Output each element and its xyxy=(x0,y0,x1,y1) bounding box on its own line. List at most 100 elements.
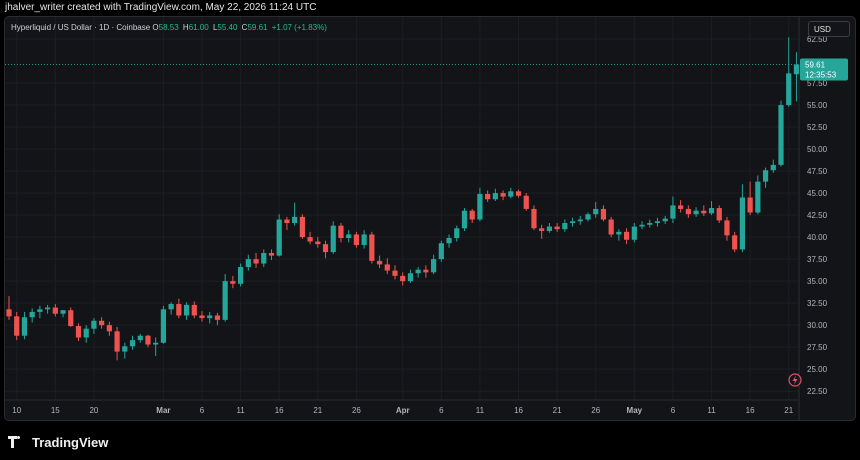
candle-body xyxy=(400,275,406,282)
candle-body xyxy=(83,328,89,338)
candle xyxy=(245,254,251,271)
candle xyxy=(562,219,568,232)
candle-body xyxy=(137,335,143,341)
candle-body xyxy=(191,304,197,316)
candle-body xyxy=(724,220,730,236)
candle xyxy=(315,237,321,248)
y-tick-label: 32.50 xyxy=(807,299,828,308)
x-tick-label: 15 xyxy=(51,406,60,415)
candle xyxy=(577,215,583,225)
candle-body xyxy=(554,226,560,230)
candle-body xyxy=(261,252,267,264)
candle-body xyxy=(755,181,761,213)
candle xyxy=(284,216,290,231)
candle xyxy=(207,311,213,324)
candle-body xyxy=(384,264,390,271)
candle-body xyxy=(276,219,282,256)
candle xyxy=(21,311,28,340)
candle xyxy=(14,311,20,341)
candle-body xyxy=(168,304,174,310)
candle-body xyxy=(106,325,112,332)
candle xyxy=(83,325,89,343)
candle xyxy=(762,167,769,188)
candle-body xyxy=(29,311,35,318)
candle xyxy=(508,187,514,199)
candle-body xyxy=(670,205,676,219)
candle xyxy=(322,240,329,259)
candle xyxy=(145,334,151,348)
candle-body xyxy=(114,331,120,352)
y-tick-label: 25.00 xyxy=(807,365,828,374)
x-tick-label: 20 xyxy=(89,406,98,415)
x-tick-label: Mar xyxy=(156,406,170,415)
candle-body xyxy=(438,243,444,260)
candle xyxy=(454,225,460,242)
candle xyxy=(554,223,560,232)
x-tick-label: 11 xyxy=(476,406,485,415)
candle-body xyxy=(546,226,552,231)
candle xyxy=(37,305,43,319)
candle xyxy=(732,231,738,253)
candle-body xyxy=(732,235,738,250)
candle xyxy=(647,219,653,228)
candle-body xyxy=(14,316,20,336)
x-tick-label: May xyxy=(627,406,643,415)
y-tick-label: 45.00 xyxy=(807,189,828,198)
candle-body xyxy=(91,320,97,329)
candle xyxy=(662,215,668,224)
candle xyxy=(523,193,529,211)
candle xyxy=(786,37,792,107)
candle-body xyxy=(770,164,776,171)
x-tick-label: Apr xyxy=(396,406,410,415)
candle-body xyxy=(353,234,359,246)
candle-body xyxy=(122,346,128,352)
candle xyxy=(616,229,622,241)
candle xyxy=(446,234,452,248)
candle-body xyxy=(600,208,607,220)
x-tick-label: 10 xyxy=(12,406,21,415)
chart-panel[interactable]: 22.50 25.00 27.50 30.00 32.50 35.00 37.50 40.00… xyxy=(4,16,856,421)
y-tick-label: 55.00 xyxy=(807,101,828,110)
candle xyxy=(307,231,313,245)
candle xyxy=(701,205,707,216)
candle-body xyxy=(647,223,653,225)
candle xyxy=(261,249,267,268)
candlestick-chart[interactable]: 22.50 25.00 27.50 30.00 32.50 35.00 37.50 40.00… xyxy=(5,17,856,421)
candle xyxy=(222,274,228,322)
candle-body xyxy=(338,225,344,238)
candle-body xyxy=(299,216,305,238)
y-tick-label: 52.50 xyxy=(807,123,828,132)
candle xyxy=(631,223,637,243)
y-tick-label: 47.50 xyxy=(807,167,828,176)
candle-body xyxy=(793,64,800,75)
candle-body xyxy=(423,269,429,273)
x-tick-label: 11 xyxy=(236,406,245,415)
candle-body xyxy=(492,193,498,200)
symbol-name: Hyperliquid / US Dollar · 1D · Coinbase xyxy=(11,23,151,32)
candle-body xyxy=(431,259,437,273)
candle xyxy=(600,205,607,222)
candle-body xyxy=(153,342,159,345)
y-tick-label: 50.00 xyxy=(807,145,828,154)
candle-body xyxy=(747,197,753,213)
candle xyxy=(624,228,630,245)
candle-body xyxy=(376,260,383,265)
candle-body xyxy=(6,309,12,317)
candle xyxy=(60,310,66,318)
currency-button[interactable]: USD xyxy=(808,21,850,37)
candle xyxy=(369,231,375,264)
candle xyxy=(585,212,591,222)
low-value: 55.40 xyxy=(217,23,238,32)
candle-body xyxy=(361,234,367,246)
candle-body xyxy=(539,228,545,231)
candle xyxy=(292,202,298,226)
candle-body xyxy=(500,193,506,197)
candle-body xyxy=(284,219,290,224)
candle xyxy=(515,189,522,198)
candle xyxy=(122,342,128,359)
candle xyxy=(191,301,197,319)
candle xyxy=(485,190,491,202)
candle-body xyxy=(238,267,244,284)
candle-body xyxy=(616,231,622,235)
open-value: 58.53 xyxy=(158,23,179,32)
